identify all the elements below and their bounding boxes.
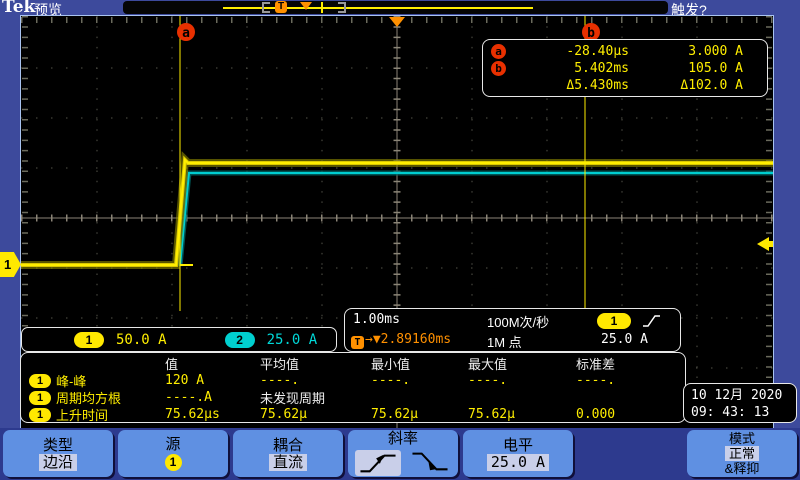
record-view-bar: T (123, 1, 668, 14)
col-header-mean: 平均值 (260, 354, 371, 373)
meas-ch-badge: 1 (29, 391, 51, 405)
menu-value: 25.0 A (487, 454, 549, 471)
meas-mean: 未发现周期 (260, 388, 371, 407)
menu-title: 类型 (43, 437, 73, 454)
col-header-value: 值 (165, 354, 260, 373)
trigger-delay-readout: T→▼2.89160ms (351, 332, 451, 349)
menu-title: 源 (165, 436, 180, 453)
ch1-scale: 50.0 A (116, 332, 167, 348)
measurement-table: 值 平均值 最小值 最大值 标准差 1 峰-峰 120 A ----. ----… (20, 352, 686, 423)
date-label: 10 12月 2020 (691, 387, 796, 404)
ch2-scale: 25.0 A (267, 332, 318, 348)
cursor-a-amplitude: 3.000 A (629, 44, 763, 59)
trigger-level-readout: 25.0 A (601, 332, 648, 347)
rising-slope-icon[interactable] (355, 450, 401, 476)
meas-max: 75.62µ (468, 407, 576, 422)
cursor-b-amplitude: 105.0 A (629, 61, 763, 76)
meas-max: ----. (468, 373, 576, 388)
trigger-slope-icon (641, 313, 661, 329)
source-channel-badge: 1 (165, 454, 182, 471)
falling-slope-icon[interactable] (409, 449, 451, 477)
cursor-a-row: a -28.40µs 3.000 A (491, 43, 763, 60)
meas-std: 0.000 (576, 407, 685, 422)
menu-value: 边沿 (39, 454, 77, 471)
menu-value: 正常 (725, 446, 759, 461)
menu-button-mode[interactable]: 模式 正常 &释抑 (687, 430, 797, 477)
meas-value: ----.A (165, 390, 260, 405)
meas-ch-badge: 1 (29, 374, 51, 388)
ch1-ground-marker: 1 (0, 252, 21, 277)
trigger-source-badge: 1 (597, 313, 631, 329)
cursor-delta-amplitude: Δ102.0 A (629, 78, 763, 93)
record-cursor-tick (321, 2, 323, 13)
channel-scale-bar: 1 50.0 A 2 25.0 A (21, 327, 337, 352)
window-right-bracket-icon (338, 2, 346, 13)
window-left-bracket-icon (262, 2, 270, 13)
meas-min: 75.62µ (371, 407, 468, 422)
slope-options (355, 449, 451, 477)
cursor-a-time: -28.40µs (517, 44, 629, 59)
horizontal-trigger-box: 1.00ms 100M次/秒 1 T→▼2.89160ms 1M 点 25.0 … (344, 308, 681, 352)
col-header-min: 最小值 (371, 354, 468, 373)
record-expansion-icon (300, 2, 312, 10)
menu-button-slope[interactable]: 斜率 (348, 430, 458, 477)
meas-std: ----. (576, 373, 685, 388)
ch1-badge: 1 (74, 332, 104, 348)
datetime-box: 10 12月 2020 09: 43: 13 (683, 383, 797, 423)
cursor-a-readout-badge: a (491, 44, 506, 59)
trigger-level-arrow-icon (757, 237, 773, 251)
col-header-std: 标准差 (576, 354, 685, 373)
menu-title: 耦合 (273, 437, 303, 454)
cursor-readout-box: a -28.40µs 3.000 A b 5.402ms 105.0 A Δ5.… (482, 39, 768, 97)
menu-value-2: &释抑 (725, 461, 760, 476)
meas-min: ----. (371, 373, 468, 388)
col-header-max: 最大值 (468, 354, 576, 373)
trigger-delay-arrow: →▼ (365, 332, 381, 347)
sample-rate-readout: 100M次/秒 (487, 312, 549, 331)
ch2-trace (180, 173, 773, 266)
cursor-b-readout-badge: b (491, 61, 506, 76)
cursor-b-row: b 5.402ms 105.0 A (491, 60, 763, 77)
meas-mean: 75.62µ (260, 407, 371, 422)
meas-value: 120 A (165, 373, 260, 388)
meas-ch-badge: 1 (29, 408, 51, 422)
ch2-badge: 2 (225, 332, 255, 348)
menu-value: 直流 (269, 454, 307, 471)
meas-value: 75.62µs (165, 407, 260, 422)
record-trigger-icon: T (275, 1, 287, 13)
cursor-b-time: 5.402ms (517, 61, 629, 76)
meas-name: 上升时间 (56, 405, 108, 424)
trigger-t-icon: T (351, 336, 364, 349)
cursor-delta-row: Δ5.430ms Δ102.0 A (491, 77, 763, 94)
menu-button-coupling[interactable]: 耦合 直流 (233, 430, 343, 477)
menu-button-level[interactable]: 电平 25.0 A (463, 430, 573, 477)
svg-text:a: a (182, 26, 190, 41)
menu-title: 斜率 (388, 430, 418, 447)
softkey-menu: 类型 边沿 源 1 耦合 直流 斜率 (0, 428, 800, 480)
menu-button-source[interactable]: 源 1 (118, 430, 228, 477)
menu-title: 电平 (503, 437, 533, 454)
time-label: 09: 43: 13 (691, 404, 796, 421)
timebase-readout: 1.00ms (353, 312, 400, 327)
menu-title: 模式 (729, 431, 755, 446)
record-length-readout: 1M 点 (487, 332, 522, 351)
oscilloscope-screen: Tek 预览 T 触发? (0, 0, 800, 480)
meas-mean: ----. (260, 373, 371, 388)
measurement-row-label: 1 上升时间 (29, 405, 165, 424)
menu-button-type[interactable]: 类型 边沿 (3, 430, 113, 477)
expansion-point-icon (389, 17, 405, 27)
trigger-delay-value: 2.89160ms (381, 332, 451, 347)
cursor-delta-time: Δ5.430ms (517, 78, 629, 93)
